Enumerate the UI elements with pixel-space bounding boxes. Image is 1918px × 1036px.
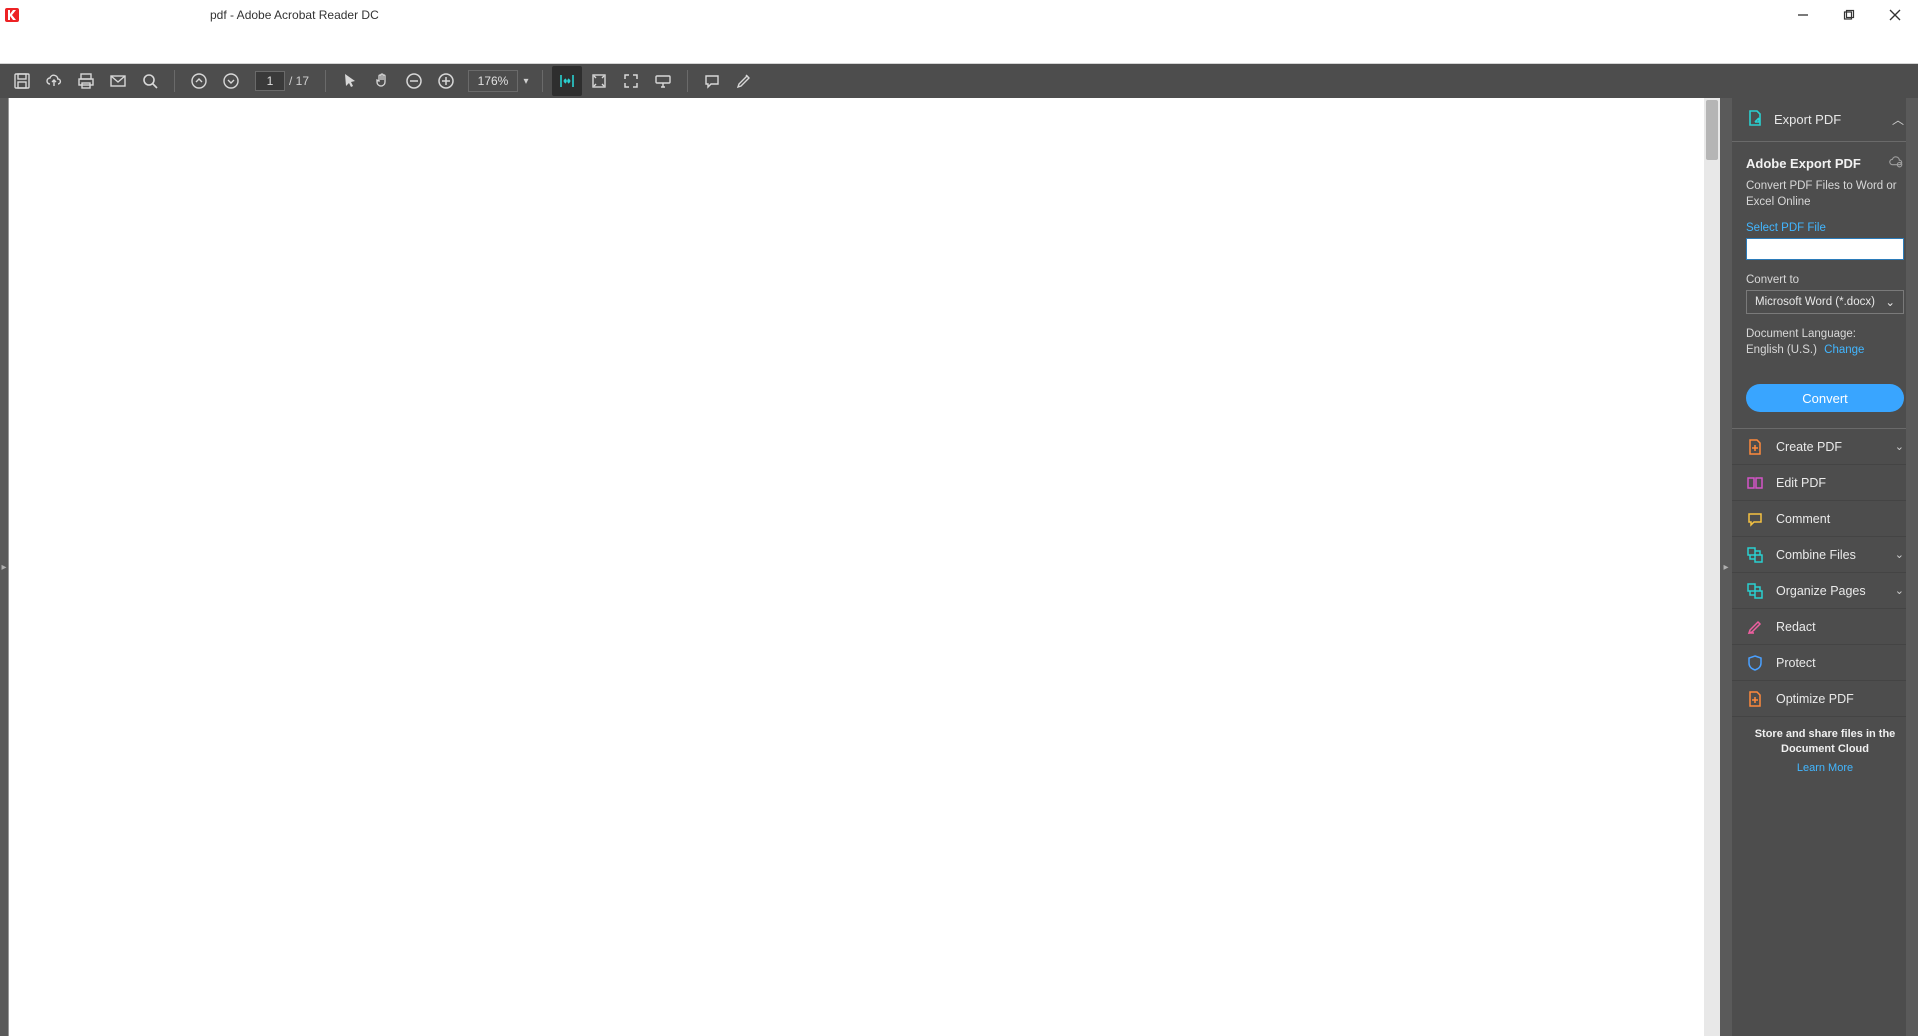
menu-bar — [0, 30, 1918, 64]
export-pdf-header[interactable]: Export PDF ︿ — [1732, 98, 1918, 142]
toolbar-separator — [542, 70, 543, 92]
tool-row-label: Comment — [1776, 512, 1904, 526]
tools-pane: Export PDF ︿ Adobe Export PDF Convert PD… — [1732, 98, 1918, 1036]
toolbar-separator — [325, 70, 326, 92]
tool-row-combine-files[interactable]: Combine Files ⌄ — [1732, 537, 1918, 573]
selection-tool-icon[interactable] — [335, 66, 365, 96]
document-language-value: English (U.S.) — [1746, 344, 1817, 356]
tool-row-create-pdf[interactable]: Create PDF ⌄ — [1732, 429, 1918, 465]
toolbar-separator — [687, 70, 688, 92]
edit-pdf-icon — [1746, 474, 1764, 492]
window-close-button[interactable] — [1872, 0, 1918, 30]
tool-row-label: Edit PDF — [1776, 476, 1904, 490]
chevron-down-icon: ⌄ — [1885, 295, 1895, 309]
nav-pane-toggle[interactable]: ▸ — [0, 98, 8, 1036]
search-icon[interactable] — [135, 66, 165, 96]
zoom-dropdown-icon[interactable]: ▾ — [518, 70, 534, 92]
export-pdf-label: Export PDF — [1774, 112, 1882, 127]
document-language-label: Document Language: — [1746, 326, 1904, 342]
tool-row-label: Create PDF — [1776, 440, 1883, 454]
cloud-upload-icon[interactable] — [39, 66, 69, 96]
tool-row-comment[interactable]: Comment — [1732, 501, 1918, 537]
learn-more-link[interactable]: Learn More — [1744, 762, 1906, 774]
zoom-level-input[interactable]: 176% — [468, 70, 518, 92]
page-down-icon[interactable] — [216, 66, 246, 96]
tool-row-protect[interactable]: Protect — [1732, 645, 1918, 681]
tool-row-label: Combine Files — [1776, 548, 1883, 562]
window-title: pdf - Adobe Acrobat Reader DC — [20, 8, 379, 22]
convert-to-select[interactable]: Microsoft Word (*.docx) ⌄ — [1746, 290, 1904, 314]
tools-pane-toggle[interactable]: ▸ — [1720, 98, 1732, 1036]
document-view[interactable] — [8, 98, 1720, 1036]
optimize-pdf-icon — [1746, 690, 1764, 708]
export-pdf-panel: Adobe Export PDF Convert PDF Files to Wo… — [1732, 142, 1918, 429]
fit-page-icon[interactable] — [584, 66, 614, 96]
zoom-in-icon[interactable] — [431, 66, 461, 96]
organize-pages-icon — [1746, 582, 1764, 600]
tool-row-label: Redact — [1776, 620, 1904, 634]
document-scrollbar[interactable] — [1704, 98, 1720, 1036]
promo-line-1: Store and share files in the — [1744, 727, 1906, 741]
select-pdf-label: Select PDF File — [1746, 222, 1904, 234]
tool-row-redact[interactable]: Redact — [1732, 609, 1918, 645]
window-maximize-button[interactable] — [1826, 0, 1872, 30]
convert-to-label: Convert to — [1746, 274, 1904, 286]
change-language-link[interactable]: Change — [1824, 344, 1864, 356]
create-pdf-icon — [1746, 438, 1764, 456]
cloud-settings-icon[interactable] — [1888, 154, 1904, 173]
highlight-icon[interactable] — [729, 66, 759, 96]
chevron-down-icon: ⌄ — [1895, 548, 1904, 561]
select-pdf-file-input[interactable] — [1746, 238, 1904, 260]
tool-row-optimize-pdf[interactable]: Optimize PDF — [1732, 681, 1918, 717]
main-toolbar: 1 / 17 176% ▾ — [0, 64, 1918, 98]
tool-row-edit-pdf[interactable]: Edit PDF — [1732, 465, 1918, 501]
convert-to-value: Microsoft Word (*.docx) — [1755, 296, 1875, 308]
comment-icon — [1746, 510, 1764, 528]
hand-tool-icon[interactable] — [367, 66, 397, 96]
comment-icon[interactable] — [697, 66, 727, 96]
combine-files-icon — [1746, 546, 1764, 564]
page-up-icon[interactable] — [184, 66, 214, 96]
chevron-up-icon: ︿ — [1892, 111, 1904, 128]
tool-row-label: Organize Pages — [1776, 584, 1883, 598]
chevron-down-icon: ⌄ — [1895, 584, 1904, 597]
zoom-out-icon[interactable] — [399, 66, 429, 96]
save-icon[interactable] — [7, 66, 37, 96]
window-minimize-button[interactable] — [1780, 0, 1826, 30]
page-number-input[interactable]: 1 — [255, 71, 285, 91]
document-cloud-promo: Store and share files in the Document Cl… — [1732, 717, 1918, 782]
app-icon — [4, 7, 20, 23]
window-titlebar: pdf - Adobe Acrobat Reader DC — [0, 0, 1918, 30]
export-pdf-title: Adobe Export PDF — [1746, 156, 1861, 171]
tools-scrollbar[interactable] — [1906, 98, 1918, 1036]
fullscreen-icon[interactable] — [616, 66, 646, 96]
tool-row-label: Optimize PDF — [1776, 692, 1904, 706]
toolbar-separator — [174, 70, 175, 92]
tool-row-label: Protect — [1776, 656, 1904, 670]
scrollbar-thumb[interactable] — [1706, 100, 1718, 160]
email-icon[interactable] — [103, 66, 133, 96]
export-pdf-description: Convert PDF Files to Word or Excel Onlin… — [1746, 179, 1904, 210]
fit-width-icon[interactable] — [552, 66, 582, 96]
read-mode-icon[interactable] — [648, 66, 678, 96]
page-total-label: / 17 — [289, 74, 309, 88]
promo-line-2: Document Cloud — [1744, 742, 1906, 756]
chevron-down-icon: ⌄ — [1895, 440, 1904, 453]
convert-button[interactable]: Convert — [1746, 384, 1904, 412]
export-pdf-icon — [1746, 109, 1764, 130]
print-icon[interactable] — [71, 66, 101, 96]
redact-icon — [1746, 618, 1764, 636]
protect-icon — [1746, 654, 1764, 672]
tool-row-organize-pages[interactable]: Organize Pages ⌄ — [1732, 573, 1918, 609]
